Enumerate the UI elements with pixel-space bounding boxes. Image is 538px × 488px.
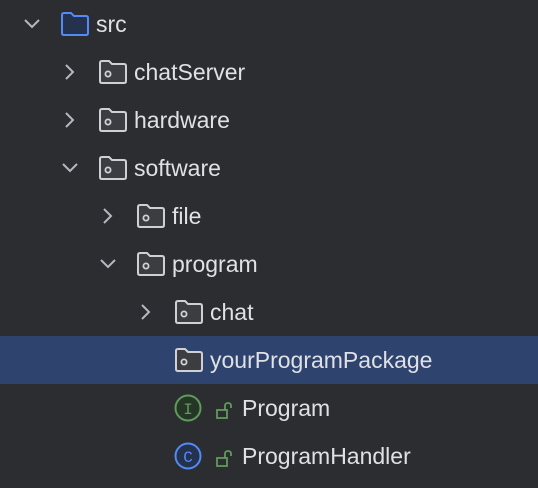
chevron-right-icon[interactable] bbox=[60, 110, 80, 130]
tree-item-label: software bbox=[134, 154, 221, 181]
tree-item-file[interactable]: file bbox=[0, 192, 538, 240]
chevron-right-icon[interactable] bbox=[60, 62, 80, 82]
tree-item-label: src bbox=[96, 10, 127, 37]
interface-icon: I bbox=[174, 393, 204, 423]
tree-item-src[interactable]: src bbox=[0, 0, 538, 48]
chevron-down-icon[interactable] bbox=[98, 254, 118, 274]
tree-item-label: yourProgramPackage bbox=[210, 346, 433, 373]
tree-item-chat[interactable]: chat bbox=[0, 288, 538, 336]
tree-item-label: program bbox=[172, 250, 258, 277]
tree-item-label: ProgramHandler bbox=[242, 442, 411, 469]
tree-item-label: hardware bbox=[134, 106, 230, 133]
class-icon: C bbox=[174, 441, 204, 471]
tree-item-hardware[interactable]: hardware bbox=[0, 96, 538, 144]
package-icon bbox=[98, 107, 128, 133]
package-icon bbox=[136, 203, 166, 229]
chevron-right-icon[interactable] bbox=[136, 302, 156, 322]
chevron-down-icon[interactable] bbox=[60, 158, 80, 178]
tree-item-label: Program bbox=[242, 394, 331, 421]
package-icon bbox=[98, 155, 128, 181]
tree-item-label: chat bbox=[210, 298, 254, 325]
package-icon bbox=[136, 251, 166, 277]
tree-item-ProgramHandler[interactable]: C ProgramHandler bbox=[0, 432, 538, 480]
tree-item-yourProgramPackage[interactable]: yourProgramPackage bbox=[0, 336, 538, 384]
public-lock-icon bbox=[216, 399, 234, 419]
tree-item-chatServer[interactable]: chatServer bbox=[0, 48, 538, 96]
tree-item-label: file bbox=[172, 202, 202, 229]
svg-text:C: C bbox=[183, 449, 193, 467]
package-icon bbox=[174, 347, 204, 373]
tree-item-program[interactable]: program bbox=[0, 240, 538, 288]
chevron-right-icon[interactable] bbox=[98, 206, 118, 226]
project-tree: src chatServer hardware software file program… bbox=[0, 0, 538, 480]
tree-item-label: chatServer bbox=[134, 58, 246, 85]
chevron-down-icon[interactable] bbox=[22, 14, 42, 34]
package-icon bbox=[98, 59, 128, 85]
tree-item-software[interactable]: software bbox=[0, 144, 538, 192]
package-icon bbox=[174, 299, 204, 325]
public-lock-icon bbox=[216, 447, 234, 467]
svg-text:I: I bbox=[183, 401, 193, 419]
tree-item-Program[interactable]: I Program bbox=[0, 384, 538, 432]
source-folder-icon bbox=[60, 11, 90, 37]
